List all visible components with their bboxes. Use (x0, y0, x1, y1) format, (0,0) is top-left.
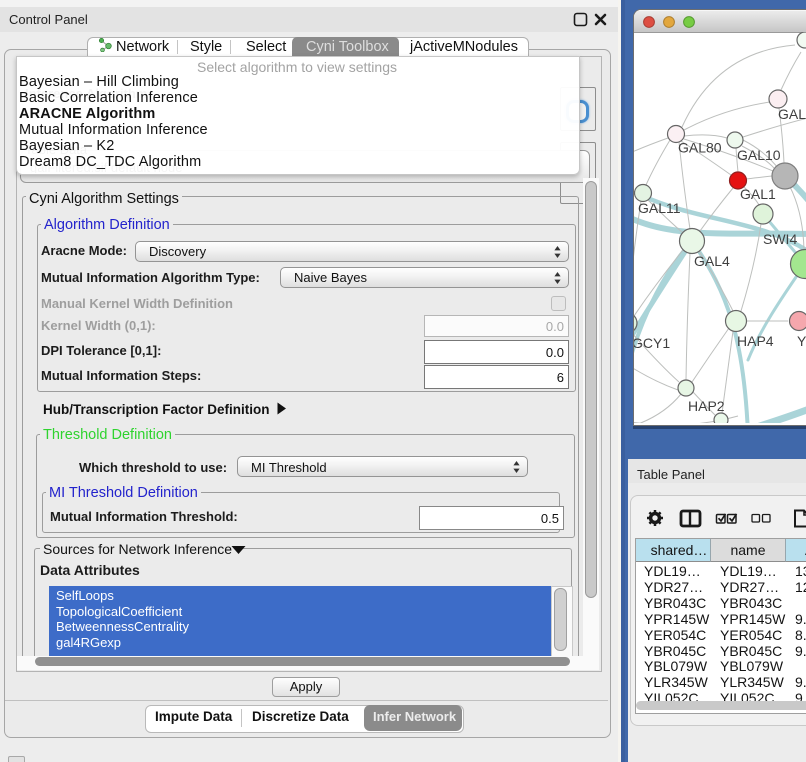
svg-text:Y: Y (797, 333, 806, 349)
svg-text:GAL10: GAL10 (737, 147, 781, 163)
svg-text:GAL7: GAL7 (778, 106, 806, 122)
svg-text:GAL80: GAL80 (678, 140, 722, 156)
svg-text:GCY1: GCY1 (634, 335, 670, 351)
svg-text:HAP2: HAP2 (688, 398, 725, 414)
svg-text:GAL4: GAL4 (694, 253, 730, 269)
svg-text:GAL11: GAL11 (638, 200, 681, 216)
svg-text:GAL1: GAL1 (740, 186, 776, 202)
svg-text:SWI4: SWI4 (763, 231, 797, 247)
svg-text:HAP4: HAP4 (737, 333, 774, 349)
